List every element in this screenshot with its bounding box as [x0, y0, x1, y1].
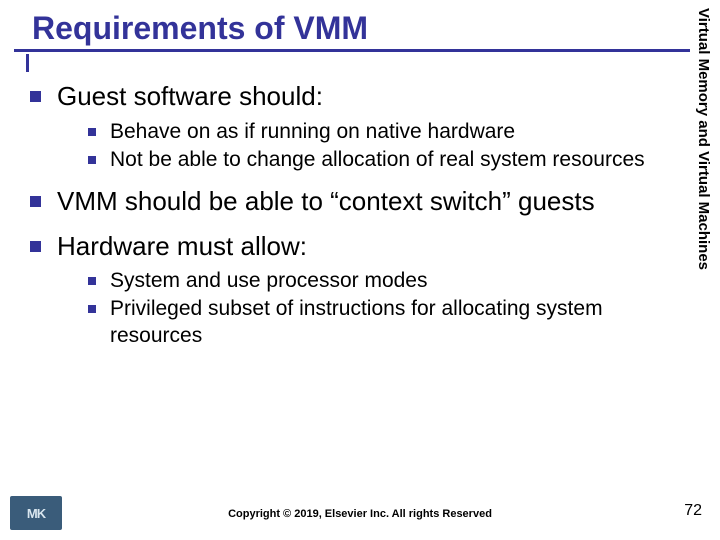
bullet-list-level2: Behave on as if running on native hardwa… [88, 119, 670, 174]
bullet-list-level1: Guest software should: Behave on as if r… [30, 80, 670, 349]
bullet-text: Hardware must allow: [57, 230, 307, 263]
list-item: VMM should be able to “context switch” g… [30, 185, 670, 218]
square-bullet-icon [88, 128, 96, 136]
square-bullet-icon [30, 196, 41, 207]
list-item: System and use processor modes [88, 268, 670, 294]
bullet-list-level2: System and use processor modes Privilege… [88, 268, 670, 349]
bullet-text: Behave on as if running on native hardwa… [110, 119, 515, 145]
content-area: Guest software should: Behave on as if r… [30, 80, 670, 361]
slide-title: Requirements of VMM [14, 10, 690, 49]
bullet-text: System and use processor modes [110, 268, 427, 294]
list-item: Privileged subset of instructions for al… [88, 296, 670, 349]
list-item: Guest software should: Behave on as if r… [30, 80, 670, 173]
list-item: Behave on as if running on native hardwa… [88, 119, 670, 145]
square-bullet-icon [88, 277, 96, 285]
square-bullet-icon [88, 156, 96, 164]
title-tick-mark [26, 54, 29, 72]
square-bullet-icon [88, 305, 96, 313]
square-bullet-icon [30, 91, 41, 102]
bullet-text: Not be able to change allocation of real… [110, 147, 645, 173]
title-underline: Requirements of VMM [14, 10, 690, 52]
sidebar-section-label: Virtual Memory and Virtual Machines [688, 6, 712, 356]
bullet-text: Guest software should: [57, 80, 323, 113]
bullet-text: VMM should be able to “context switch” g… [57, 185, 595, 218]
copyright-text: Copyright © 2019, Elsevier Inc. All righ… [0, 508, 720, 520]
list-item: Hardware must allow: System and use proc… [30, 230, 670, 349]
bullet-text: Privileged subset of instructions for al… [110, 296, 670, 349]
page-number: 72 [684, 502, 702, 520]
square-bullet-icon [30, 241, 41, 252]
list-item: Not be able to change allocation of real… [88, 147, 670, 173]
slide: Requirements of VMM Virtual Memory and V… [0, 0, 720, 540]
title-area: Requirements of VMM [0, 10, 720, 52]
